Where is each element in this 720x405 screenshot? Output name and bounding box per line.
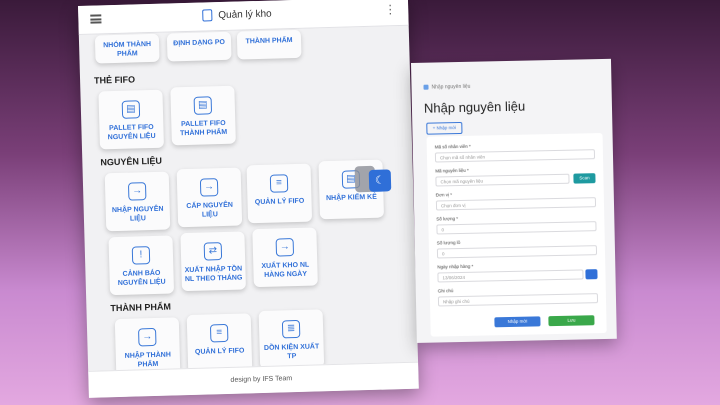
field-label: Số lượng * — [436, 216, 459, 222]
tile-thanh-pham[interactable]: THÀNH PHẨM — [236, 29, 302, 60]
swap-icon: ⇄ — [203, 242, 223, 261]
field-label: Số lượng lô — [436, 240, 461, 246]
tile-xuat-kho-nl[interactable]: → XUẤT KHO NL HÀNG NGÀY — [252, 227, 318, 288]
save-new-button[interactable]: Nhập mới — [494, 316, 541, 328]
note-input[interactable]: Nhập ghi chú — [437, 293, 599, 307]
more-options-icon[interactable]: ⋮ — [384, 2, 396, 16]
tile-xuat-nhap-ton[interactable]: ⇄ XUẤT NHẬP TỒN NL THEO THÁNG — [180, 231, 246, 292]
form-screen: Nhập nguyên liệu Nhập nguyên liệu + Nhập… — [411, 58, 617, 343]
page-title: Nhập nguyên liệu — [423, 98, 526, 116]
section-title-nguyen-lieu: NGUYÊN LIỆU — [100, 155, 163, 168]
tile-label: NHÓM THÀNH PHẨM — [103, 40, 152, 58]
entry-form: Mã số nhân viên * Chọn mã số nhân viên M… — [426, 133, 607, 337]
app-header: Quản lý kho ⋮ — [78, 0, 409, 35]
lot-quantity-input[interactable]: 0 — [436, 245, 598, 259]
breadcrumb: Nhập nguyên liệu — [423, 84, 470, 91]
night-mode-icon[interactable]: ☾ — [368, 169, 392, 192]
tile-don-kien-xuat-tp[interactable]: ≣ DỒN KIỆN XUẤT TP — [258, 309, 325, 370]
menu-icon[interactable] — [90, 14, 102, 24]
material-select[interactable]: Chọn mã nguyên liệu — [435, 173, 570, 187]
date-input[interactable]: 13/06/2024 — [437, 269, 584, 283]
breadcrumb-current: Nhập nguyên liệu — [431, 83, 471, 91]
tile-label: NHẬP NGUYÊN LIỆU — [111, 205, 164, 223]
tile-label: XUẤT KHO NL HÀNG NGÀY — [261, 261, 310, 279]
section-title-the-fifo: THẺ FIFO — [93, 74, 136, 86]
logout-icon: → — [199, 178, 219, 197]
calendar-icon[interactable] — [585, 269, 598, 280]
tile-pallet-fifo-nguyen-lieu[interactable]: ▤ PALLET FIFO NGUYÊN LIỆU — [98, 89, 164, 150]
tile-label: PALLET FIFO THÀNH PHẨM — [179, 119, 228, 138]
app-title: Quản lý kho — [218, 8, 272, 22]
tile-label: ĐỊNH DẠNG PO — [173, 38, 226, 48]
footer-credit: design by IFS Team — [230, 375, 293, 384]
mobile-app-screen: Quản lý kho ⋮ NHÓM THÀNH PHẨM ĐỊNH DẠNG … — [78, 0, 419, 398]
save-button[interactable]: Lưu — [548, 315, 595, 327]
tile-label: XUẤT NHẬP TỒN NL THEO THÁNG — [184, 265, 243, 284]
tile-nhap-nguyen-lieu[interactable]: → NHẬP NGUYÊN LIỆU — [104, 171, 171, 232]
file-icon: ▤ — [121, 100, 141, 119]
quantity-input[interactable]: 0 — [436, 221, 597, 235]
app-logo-icon — [202, 9, 213, 22]
add-new-button[interactable]: + Nhập mới — [426, 121, 463, 135]
employee-select[interactable]: Chọn mã số nhân viên — [434, 149, 596, 163]
tile-label: CẢNH BÁO NGUYÊN LIỆU — [117, 269, 166, 287]
tile-label: NHẬP KIỂM KÊ — [325, 193, 377, 203]
tile-label: PALLET FIFO NGUYÊN LIỆU — [107, 123, 156, 142]
tile-dinh-dang-po[interactable]: ĐỊNH DẠNG PO — [166, 31, 232, 62]
tile-pallet-fifo-thanh-pham[interactable]: ▤ PALLET FIFO THÀNH PHẨM — [170, 85, 236, 146]
tile-nhom-thanh-pham[interactable]: NHÓM THÀNH PHẨM — [94, 33, 160, 64]
list-icon: ≡ — [269, 174, 289, 193]
logout-icon: → — [275, 238, 295, 257]
tile-label: NHẬP THÀNH PHẨM — [124, 351, 171, 369]
database-icon: ≣ — [281, 319, 301, 339]
home-icon[interactable] — [423, 84, 429, 90]
file-icon: ▤ — [193, 96, 213, 115]
field-label: Ghi chú — [437, 288, 454, 294]
tile-label: DỒN KIỆN XUẤT TP — [263, 343, 320, 361]
warning-icon: ! — [131, 246, 151, 265]
tile-quan-ly-fifo-nl[interactable]: ≡ QUẢN LÝ FIFO — [246, 163, 313, 224]
tile-cap-nguyen-lieu[interactable]: → CẤP NGUYÊN LIỆU — [176, 167, 243, 228]
login-icon: → — [138, 327, 157, 347]
tile-label: QUẢN LÝ FIFO — [194, 347, 245, 356]
scan-button[interactable]: Scan — [573, 173, 596, 184]
unit-select[interactable]: Chọn đơn vị — [435, 197, 597, 211]
login-icon: → — [127, 182, 147, 201]
tile-canh-bao-nguyen-lieu[interactable]: ! CẢNH BÁO NGUYÊN LIỆU — [108, 235, 175, 296]
field-label: Đơn vị * — [435, 192, 453, 198]
section-title-thanh-pham: THÀNH PHẨM — [110, 301, 172, 314]
tile-quan-ly-fifo-tp[interactable]: ≡ QUẢN LÝ FIFO — [186, 313, 253, 374]
field-label: Mã số nhân viên * — [434, 143, 471, 150]
list-icon: ≡ — [209, 323, 229, 343]
field-label: Mã nguyên liệu * — [435, 167, 469, 174]
tile-label: QUẢN LÝ FIFO — [254, 197, 305, 207]
tile-label: CẤP NGUYÊN LIỆU — [186, 201, 233, 219]
tile-label: THÀNH PHẨM — [245, 37, 293, 46]
field-label: Ngày nhập hàng * — [437, 263, 474, 270]
